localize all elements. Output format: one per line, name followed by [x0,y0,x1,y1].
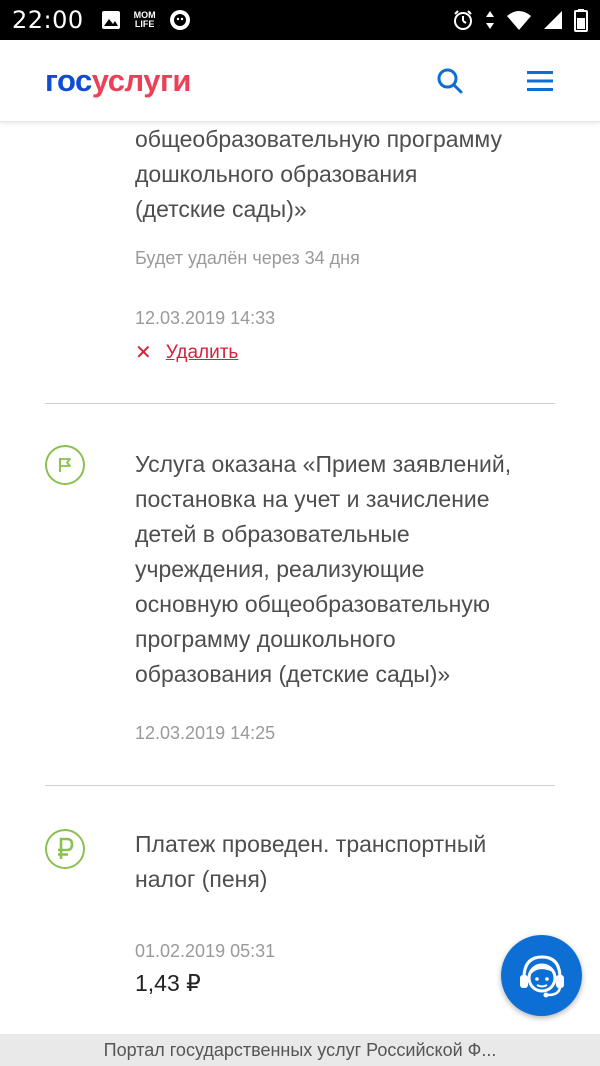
search-button[interactable] [435,66,465,96]
item-timestamp: 01.02.2019 05:31 [135,941,276,961]
flag-icon [59,458,71,472]
delete-label: Удалить [165,341,239,363]
alarm-icon [454,10,472,30]
mom-life-icon: MOM LIFE [133,10,156,29]
footer-bar: Портал государственных услуг Российской … [0,1034,600,1066]
signal-icon [544,11,562,29]
app-header: госуслуги [0,40,600,122]
footer-text: Портал государственных услуг Российской … [103,1039,497,1060]
logo-part-gos: гос [45,62,92,98]
events-feed[interactable]: общеобразовательную программу дошкольног… [0,122,600,1034]
close-icon: ✕ [135,342,152,364]
status-left-icons: MOM LIFE [100,8,192,32]
menu-button[interactable] [525,66,555,96]
flag-icon-wrap [45,445,85,485]
support-agent-icon [519,954,564,997]
item-timestamp: 12.03.2019 14:25 [135,723,276,743]
expiry-note: Будет удалён через 34 дня [135,248,360,268]
data-arrows-icon [486,11,494,29]
ruble-icon-wrap [45,829,85,869]
item-text: Услуга оказана «Прием заявлений, постано… [135,451,512,687]
payment-amount: 1,43 ₽ [135,970,201,996]
support-button[interactable] [501,935,582,1016]
delete-link[interactable]: ✕ Удалить [135,340,238,365]
item-text: общеобразовательную программу дошкольног… [135,126,502,222]
ruble-icon [58,837,74,859]
header-actions [435,66,555,96]
logo-part-uslugi: услуги [91,62,192,98]
search-icon [437,68,463,93]
lion-icon [169,10,190,30]
status-right-icons [452,8,588,32]
item-text: Платеж проведен. транспортный налог (пен… [135,831,487,892]
status-time: 22:00 [12,6,84,34]
item-timestamp: 12.03.2019 14:33 [135,308,276,328]
gosuslugi-logo[interactable]: госуслуги [45,63,191,99]
divider [45,785,555,786]
battery-icon [574,9,588,32]
status-bar: 22:00 MOM LIFE [0,0,600,40]
menu-icon [527,70,553,91]
wifi-icon [507,11,531,30]
divider [45,403,555,404]
image-icon [101,11,120,29]
